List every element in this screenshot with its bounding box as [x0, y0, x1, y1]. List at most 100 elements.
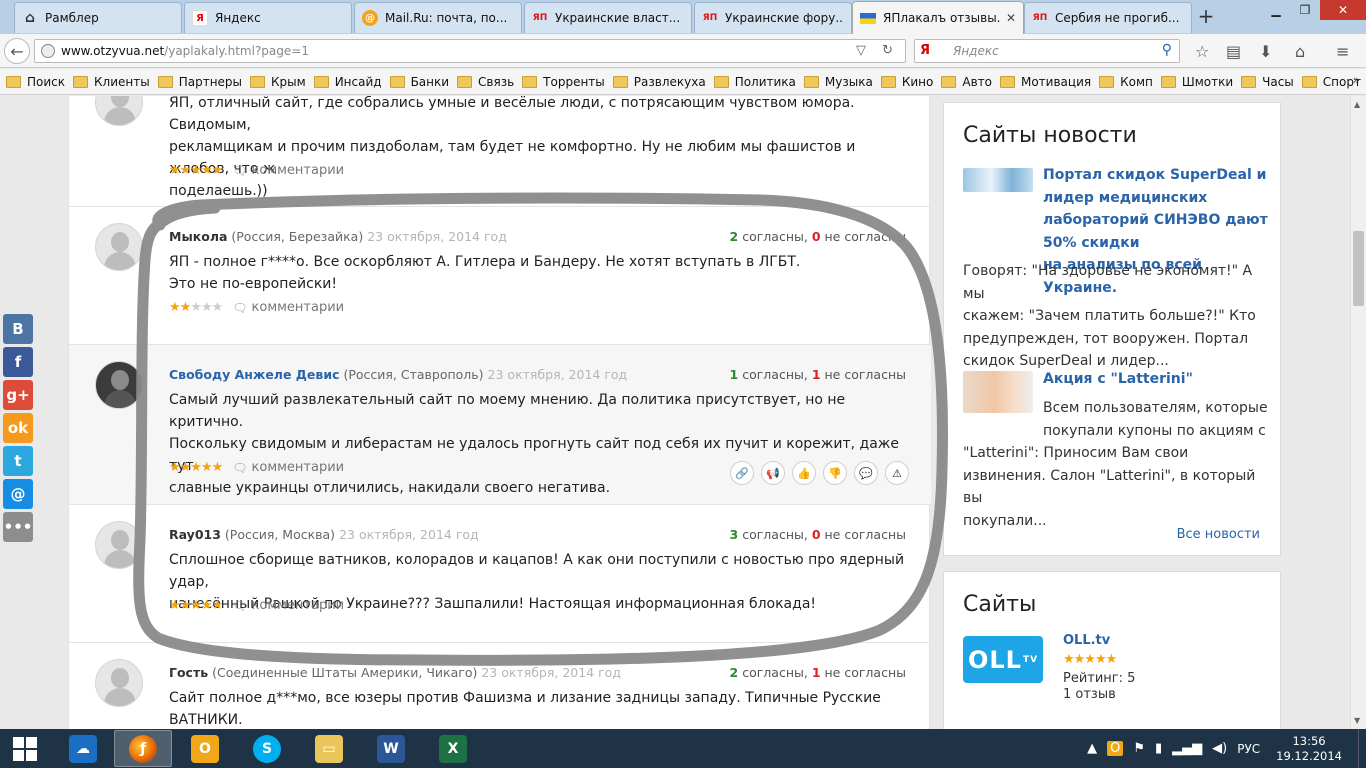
comments-link[interactable]: комментарии	[252, 163, 345, 178]
chat-icon[interactable]: 💬	[854, 461, 878, 485]
bookmark-folder[interactable]: Комп	[1099, 75, 1153, 89]
download-icon[interactable]: ⬇	[1259, 42, 1272, 61]
menu-icon[interactable]: ≡	[1336, 42, 1349, 61]
minimize-button[interactable]: ▁	[1262, 0, 1290, 20]
bookmark-folder[interactable]: Партнеры	[157, 75, 242, 89]
taskbar-word[interactable]: W	[362, 730, 420, 767]
battery-icon[interactable]: ▮	[1155, 741, 1162, 756]
bookmark-folder[interactable]: Торренты	[522, 75, 605, 89]
mailru-share-icon[interactable]: @	[3, 479, 33, 509]
bookmark-folder[interactable]: Клиенты	[73, 75, 150, 89]
bookmarks-overflow-icon[interactable]: »	[1353, 73, 1360, 87]
news-title-line[interactable]: лабораторий СИНЭВО дают 50% скидки	[1043, 209, 1268, 254]
taskbar-skype[interactable]: S	[238, 730, 296, 767]
bookmark-folder[interactable]: Развлекуха	[612, 75, 706, 89]
thumbs-down-icon[interactable]: 👎	[823, 461, 847, 485]
bookmarks-list-icon[interactable]: ▤	[1226, 42, 1241, 61]
word-icon: W	[377, 734, 405, 763]
new-tab-button[interactable]: +	[1195, 4, 1217, 28]
volume-icon[interactable]: ◀)	[1212, 741, 1227, 756]
bookmark-folder[interactable]: Инсайд	[313, 75, 382, 89]
comments-link[interactable]: комментарии	[252, 300, 345, 315]
scroll-down-icon[interactable]: ▼	[1354, 716, 1360, 725]
reviewer-name[interactable]: Свободу Анжеле Девис	[169, 367, 339, 382]
bookmark-folder[interactable]: Авто	[941, 75, 992, 89]
network-icon[interactable]: ▂▄▆	[1172, 741, 1202, 756]
review-date: 23 октября, 2014 год	[339, 527, 479, 542]
show-desktop-button[interactable]	[1358, 729, 1366, 768]
close-tab-icon[interactable]: ✕	[1006, 11, 1016, 25]
taskbar-explorer[interactable]: ▭	[300, 730, 358, 767]
system-clock[interactable]: 13:56 19.12.2014	[1276, 734, 1342, 764]
tab-yandex[interactable]: Я Яндекс	[184, 2, 352, 33]
news-title-latterini[interactable]: Акция с "Latterini"	[1043, 368, 1268, 391]
bookmark-folder[interactable]: Мотивация	[999, 75, 1091, 89]
user-avatar[interactable]	[95, 521, 143, 569]
taskbar-excel[interactable]: X	[424, 730, 482, 767]
bookmark-folder[interactable]: Кино	[880, 75, 933, 89]
tab-yap-2[interactable]: ЯП Украинские фору...	[694, 2, 852, 33]
warning-icon[interactable]: ⚠	[885, 461, 909, 485]
reviewer-location: (Россия, Москва)	[224, 527, 336, 542]
thumbs-up-icon[interactable]: 👍	[792, 461, 816, 485]
maximize-button[interactable]: ❐	[1290, 0, 1320, 20]
odnoklassniki-icon[interactable]: ok	[3, 413, 33, 443]
address-bar[interactable]: www.otzyvua.net/yaplakaly.html?page=1 ▽ …	[34, 39, 906, 63]
all-news-link[interactable]: Все новости	[1177, 527, 1260, 542]
firefox-icon: ƒ	[129, 734, 157, 763]
tab-rambler[interactable]: ⌂ Рамблер	[14, 2, 182, 33]
more-icon[interactable]: •••	[3, 512, 33, 542]
oll-tv-logo[interactable]: OLL TV	[963, 636, 1043, 683]
url-path: /yaplakaly.html?page=1	[164, 44, 309, 58]
input-language[interactable]: РУС	[1237, 742, 1260, 756]
megaphone-icon[interactable]: 📢	[761, 461, 785, 485]
taskbar-onedrive[interactable]: ☁	[54, 730, 112, 767]
news-title-line[interactable]: Акция с "Latterini"	[1043, 368, 1268, 391]
close-window-button[interactable]: ✕	[1320, 0, 1366, 20]
bookmark-folder[interactable]: Часы	[1241, 75, 1294, 89]
comments-link[interactable]: комментарии	[252, 460, 345, 475]
taskbar-outlook[interactable]: O	[176, 730, 234, 767]
home-icon[interactable]: ⌂	[1295, 42, 1305, 61]
start-button[interactable]	[0, 730, 50, 767]
tab-otzyvua-active[interactable]: ЯПлакалъ отзывы... ✕	[852, 1, 1024, 34]
link-icon[interactable]: 🔗	[730, 461, 754, 485]
flag-icon[interactable]: ⚑	[1133, 741, 1145, 756]
reload-icon[interactable]: ▽ ↻	[856, 43, 899, 58]
search-input[interactable]: Я Яндекс ⚲	[914, 39, 1180, 63]
bookmark-star-icon[interactable]: ☆	[1195, 42, 1209, 61]
tab-mailru[interactable]: @ Mail.Ru: почта, по...	[354, 2, 522, 33]
bookmark-folder[interactable]: Политика	[713, 75, 796, 89]
yap-icon: ЯП	[532, 13, 548, 23]
tab-yap-1[interactable]: ЯП Украинские власт...	[524, 2, 692, 33]
site-name-link[interactable]: OLL.tv	[1063, 633, 1110, 648]
user-avatar[interactable]	[95, 361, 143, 409]
user-avatar[interactable]	[95, 96, 143, 126]
twitter-icon[interactable]: t	[3, 446, 33, 476]
search-icon[interactable]: ⚲	[1162, 42, 1172, 58]
back-button[interactable]: ←	[4, 38, 30, 64]
bookmark-folder[interactable]: Крым	[250, 75, 306, 89]
bookmark-folder[interactable]: Связь	[457, 75, 514, 89]
google-plus-icon[interactable]: g+	[3, 380, 33, 410]
comments-link[interactable]: комментарии	[252, 598, 345, 613]
bookmark-folder[interactable]: Шмотки	[1160, 75, 1233, 89]
taskbar-firefox[interactable]: ƒ	[114, 730, 172, 767]
bookmark-folder[interactable]: Музыка	[803, 75, 873, 89]
tray-app-icon[interactable]: O	[1107, 741, 1124, 756]
tray-expand-icon[interactable]: ▲	[1087, 741, 1097, 756]
review-text-line: поделаешь.))	[169, 183, 268, 199]
news-title-line[interactable]: Портал скидок SuperDeal и	[1043, 164, 1268, 187]
user-avatar[interactable]	[95, 659, 143, 707]
vk-icon[interactable]: B	[3, 314, 33, 344]
news-title-line[interactable]: лидер медицинских	[1043, 187, 1268, 210]
user-avatar[interactable]	[95, 223, 143, 271]
page-scrollbar[interactable]: ▲ ▼	[1350, 96, 1366, 729]
facebook-icon[interactable]: f	[3, 347, 33, 377]
bookmark-folder[interactable]: Банки	[389, 75, 449, 89]
tab-yap-3[interactable]: ЯП Сербия не прогиб...	[1024, 2, 1192, 33]
bookmark-folder[interactable]: Поиск	[6, 75, 65, 89]
news-thumbnail-superdeal[interactable]	[963, 168, 1033, 192]
scrollbar-thumb[interactable]	[1353, 231, 1364, 306]
scroll-up-icon[interactable]: ▲	[1354, 100, 1360, 109]
